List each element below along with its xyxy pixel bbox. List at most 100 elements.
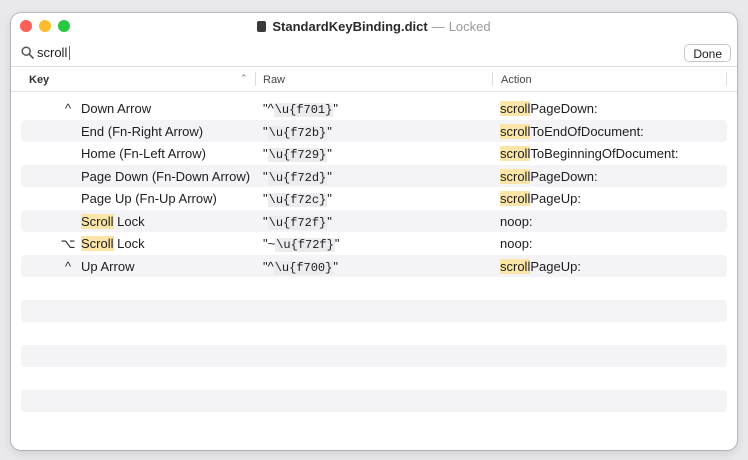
key-cell: Up Arrow	[81, 259, 134, 274]
editor-window: StandardKeyBinding.dict—Locked Done Key …	[11, 13, 737, 450]
key-cell: Down Arrow	[81, 101, 151, 116]
modifier-symbol: ^	[64, 101, 72, 116]
raw-cell: "\u{f72b}"	[263, 124, 332, 140]
raw-code: \u{f700}	[273, 260, 334, 275]
action-cell: scrollPageUp:	[500, 191, 581, 206]
column-divider[interactable]	[726, 72, 727, 86]
search-input[interactable]	[37, 44, 637, 61]
column-header-raw[interactable]: Raw	[263, 74, 285, 86]
title-bar: StandardKeyBinding.dict — Locked	[11, 13, 737, 40]
column-divider[interactable]	[492, 72, 493, 86]
action-cell: scrollPageDown:	[500, 101, 598, 116]
raw-cell: "^\u{f701}"	[263, 101, 338, 117]
action-cell: noop:	[500, 214, 533, 229]
raw-prefix: "	[263, 123, 268, 139]
action-label: PageUp:	[530, 258, 581, 274]
raw-code: \u{f701}	[273, 103, 334, 117]
action-label: noop:	[500, 236, 533, 251]
key-label: End (Fn-Right Arrow)	[81, 123, 204, 139]
text-cursor	[69, 46, 70, 60]
column-header-action[interactable]: Action	[501, 74, 532, 86]
table-row[interactable]: Page Up (Fn-Up Arrow) "\u{f72c}" scrollPag…	[21, 187, 727, 210]
raw-prefix: "	[263, 168, 268, 184]
raw-cell: "\u{f72f}"	[263, 214, 332, 230]
raw-suffix: "	[333, 101, 338, 116]
raw-prefix: "~	[263, 236, 276, 251]
raw-suffix: "	[333, 258, 338, 274]
empty-row	[21, 344, 727, 367]
empty-row	[21, 389, 727, 412]
key-label: Home (Fn-Left Arrow)	[81, 146, 206, 161]
lock-status: Locked	[448, 19, 491, 34]
raw-cell: "^\u{f700}"	[263, 259, 338, 275]
key-label: Page Up (Fn-Up Arrow)	[81, 191, 217, 206]
file-name: StandardKeyBinding.dict	[272, 19, 428, 34]
raw-prefix: "	[263, 191, 268, 206]
key-label: Lock	[113, 213, 145, 229]
column-header-key[interactable]: Key	[29, 74, 49, 86]
table-row[interactable]: ⌥ Scroll Lock "~\u{f72f}" noop:	[21, 232, 727, 255]
empty-row	[21, 277, 727, 300]
raw-cell: "\u{f72d}"	[263, 169, 332, 185]
raw-prefix: "^	[263, 258, 274, 274]
window-title: StandardKeyBinding.dict — Locked	[11, 19, 737, 34]
raw-cell: "\u{f729}"	[263, 146, 332, 162]
table-row[interactable]: End (Fn-Right Arrow) "\u{f72b}" scrollToEn…	[21, 119, 727, 142]
raw-suffix: "	[327, 146, 332, 161]
table-row[interactable]: ^ Down Arrow "^\u{f701}" scrollPageDown:	[21, 97, 727, 120]
key-cell: End (Fn-Right Arrow)	[81, 124, 203, 139]
search-match: scroll	[500, 146, 531, 161]
raw-code: \u{f729}	[267, 148, 328, 162]
raw-code: \u{f72d}	[267, 170, 328, 185]
raw-prefix: "	[263, 146, 268, 161]
table-row[interactable]: Home (Fn-Left Arrow) "\u{f729}" scrollToBe…	[21, 142, 727, 165]
title-separator: —	[431, 19, 445, 34]
key-label: Page Down (Fn-Down Arrow)	[81, 168, 251, 184]
key-cell: Scroll Lock	[81, 213, 145, 229]
done-button[interactable]: Done	[684, 44, 731, 62]
key-cell: Page Up (Fn-Up Arrow)	[81, 191, 217, 206]
table-row[interactable]: ^ Up Arrow "^\u{f700}" scrollPageUp:	[21, 254, 727, 277]
empty-row	[21, 367, 727, 390]
key-label: Down Arrow	[81, 101, 152, 116]
sort-ascending-icon: ⌃	[240, 73, 248, 83]
table-row[interactable]: Scroll Lock "\u{f72f}" noop:	[21, 209, 727, 232]
search-match: Scroll	[81, 213, 114, 229]
key-label: Up Arrow	[81, 258, 135, 274]
action-cell: scrollPageDown:	[500, 168, 598, 184]
empty-row	[21, 299, 727, 322]
raw-suffix: "	[327, 123, 332, 139]
modifier-symbol: ⌥	[60, 236, 76, 251]
action-cell: scrollToEndOfDocument:	[500, 123, 644, 139]
modifier-symbol: ^	[64, 258, 72, 274]
action-cell: scrollPageUp:	[500, 258, 581, 274]
action-label: PageDown:	[530, 168, 598, 184]
action-label: PageDown:	[530, 101, 598, 116]
search-match: Scroll	[81, 236, 114, 251]
empty-row	[21, 322, 727, 345]
action-label: ToBeginningOfDocument:	[530, 146, 679, 161]
key-cell: Scroll Lock	[81, 236, 145, 251]
raw-suffix: "	[327, 213, 332, 229]
bindings-table: ^ Down Arrow "^\u{f701}" scrollPageDown: End…	[21, 97, 727, 435]
raw-suffix: "	[334, 236, 340, 251]
empty-row	[21, 412, 727, 435]
search-icon	[21, 46, 34, 59]
raw-code: \u{f72f}	[267, 215, 328, 230]
raw-suffix: "	[327, 191, 332, 206]
search-match: scroll	[500, 191, 531, 206]
key-cell: Home (Fn-Left Arrow)	[81, 146, 206, 161]
search-match: scroll	[500, 258, 531, 274]
search-bar: Done	[11, 40, 737, 67]
raw-code: \u{f72f}	[275, 238, 335, 252]
action-cell: noop:	[500, 236, 533, 251]
action-label: ToEndOfDocument:	[530, 123, 644, 139]
raw-prefix: "	[263, 213, 268, 229]
raw-suffix: "	[327, 168, 332, 184]
action-cell: scrollToBeginningOfDocument:	[500, 146, 679, 161]
table-row[interactable]: Page Down (Fn-Down Arrow) "\u{f72d}" scrol…	[21, 164, 727, 187]
key-label: Lock	[113, 236, 145, 251]
key-cell: Page Down (Fn-Down Arrow)	[81, 169, 250, 184]
action-label: noop:	[500, 213, 533, 229]
column-divider[interactable]	[255, 72, 256, 86]
